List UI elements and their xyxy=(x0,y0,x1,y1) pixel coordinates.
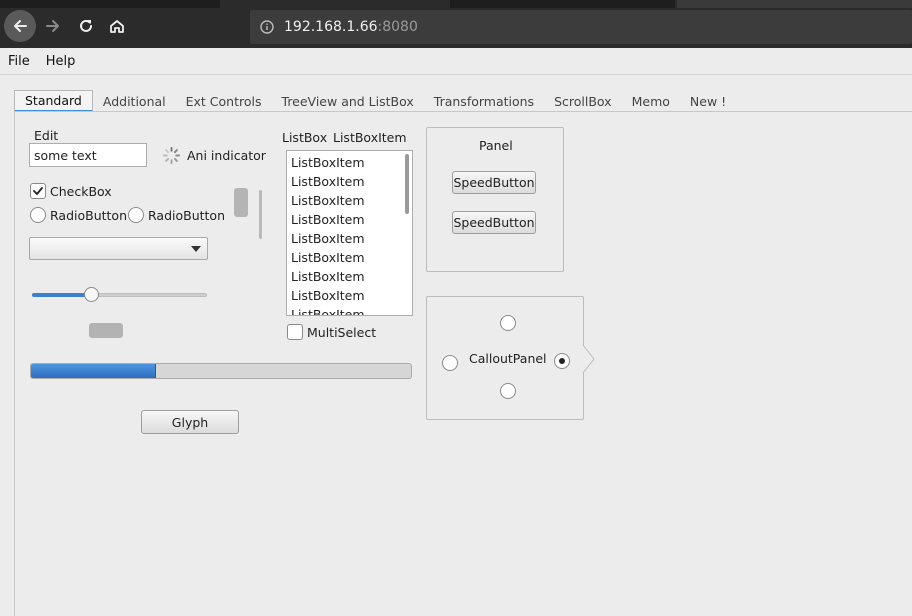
progress-bar xyxy=(30,363,412,379)
browser-toolbar: 192.168.1.66:8080 xyxy=(0,0,912,48)
progress-bar-fill xyxy=(31,364,157,378)
url-host: 192.168.1.66 xyxy=(284,19,378,35)
vertical-scrollbar[interactable] xyxy=(259,190,262,239)
callout-radio-right[interactable] xyxy=(554,353,570,369)
callout-panel-label: CalloutPanel xyxy=(469,351,547,366)
callout-radio-top[interactable] xyxy=(500,315,516,331)
multiselect-checkbox[interactable] xyxy=(287,324,303,340)
tab-memo[interactable]: Memo xyxy=(622,90,680,112)
tab-additional[interactable]: Additional xyxy=(93,90,176,112)
forward-arrow-icon xyxy=(46,20,59,32)
list-item[interactable]: ListBoxItem xyxy=(287,305,412,315)
home-icon xyxy=(110,20,124,33)
list-item[interactable]: ListBoxItem xyxy=(287,229,412,248)
radio-button-2[interactable] xyxy=(128,207,144,223)
scrollbar-thumb[interactable] xyxy=(234,188,248,217)
list-item[interactable]: ListBoxItem xyxy=(287,267,412,286)
menubar: File Help xyxy=(0,48,912,75)
url-port: :8080 xyxy=(377,19,418,35)
edit-label: Edit xyxy=(34,128,59,143)
menu-file[interactable]: File xyxy=(0,54,38,69)
home-button[interactable] xyxy=(104,13,130,39)
glyph-button[interactable]: Glyph xyxy=(141,410,239,434)
small-button[interactable] xyxy=(89,323,123,338)
list-item[interactable]: ListBoxItem xyxy=(287,191,412,210)
listboxitem-label: ListBoxItem xyxy=(333,130,407,145)
forward-button[interactable] xyxy=(40,13,66,39)
back-button[interactable] xyxy=(4,10,36,42)
radio-button-1[interactable] xyxy=(30,207,46,223)
edit-field[interactable] xyxy=(29,143,147,167)
speed-button-2[interactable]: SpeedButton xyxy=(452,211,536,234)
list-item[interactable]: ListBoxItem xyxy=(287,286,412,305)
radio-button-2-label[interactable]: RadioButton xyxy=(148,208,225,223)
browser-tab-strip xyxy=(0,0,220,8)
list-item[interactable]: ListBoxItem xyxy=(287,153,412,172)
combo-box[interactable] xyxy=(29,237,208,260)
checkbox[interactable] xyxy=(30,183,46,199)
chevron-down-icon xyxy=(191,246,201,252)
tab-standard[interactable]: Standard xyxy=(14,90,93,112)
tab-treeview-listbox[interactable]: TreeView and ListBox xyxy=(272,90,424,112)
info-icon[interactable] xyxy=(260,20,274,34)
checkbox-label[interactable]: CheckBox xyxy=(50,184,112,199)
panel-label: Panel xyxy=(479,138,513,153)
tab-strip: Standard Additional Ext Controls TreeVie… xyxy=(14,88,736,112)
listbox-label: ListBox xyxy=(282,130,328,145)
callout-radio-bottom[interactable] xyxy=(500,383,516,399)
checkmark-icon xyxy=(33,187,43,195)
reload-button[interactable] xyxy=(73,13,99,39)
listbox-scrollbar[interactable] xyxy=(405,154,409,214)
tab-scrollbox[interactable]: ScrollBox xyxy=(544,90,622,112)
callout-pointer xyxy=(582,344,595,374)
listbox[interactable]: ListBoxItem ListBoxItem ListBoxItem List… xyxy=(286,150,413,316)
back-arrow-icon xyxy=(14,20,27,32)
list-item[interactable]: ListBoxItem xyxy=(287,210,412,229)
trackbar-thumb[interactable] xyxy=(84,287,99,302)
tab-new[interactable]: New ! xyxy=(680,90,736,112)
list-item[interactable]: ListBoxItem xyxy=(287,248,412,267)
browser-tab-active[interactable] xyxy=(677,0,912,8)
menu-help[interactable]: Help xyxy=(38,54,84,69)
reload-icon xyxy=(80,19,92,32)
address-bar[interactable]: 192.168.1.66:8080 xyxy=(250,10,912,44)
list-item[interactable]: ListBoxItem xyxy=(287,172,412,191)
spinner-icon xyxy=(162,146,181,165)
multiselect-label[interactable]: MultiSelect xyxy=(307,325,376,340)
listbox-items: ListBoxItem ListBoxItem ListBoxItem List… xyxy=(287,151,412,315)
browser-tab-strip xyxy=(450,0,675,8)
tab-ext-controls[interactable]: Ext Controls xyxy=(176,90,272,112)
tab-transformations[interactable]: Transformations xyxy=(424,90,544,112)
ani-indicator-label: Ani indicator xyxy=(187,148,266,163)
callout-radio-left[interactable] xyxy=(442,355,458,371)
trackbar-fill xyxy=(32,293,92,297)
speed-button-1[interactable]: SpeedButton xyxy=(452,171,536,194)
radio-button-1-label[interactable]: RadioButton xyxy=(50,208,127,223)
